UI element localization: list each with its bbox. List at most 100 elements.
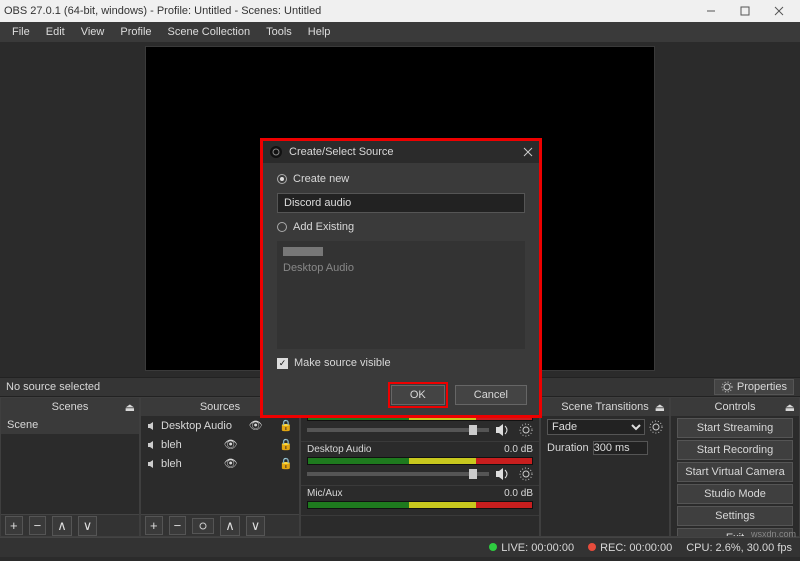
transition-settings-button[interactable] bbox=[649, 420, 663, 434]
duration-input[interactable] bbox=[593, 441, 648, 455]
transitions-header: Scene Transitions ⏏ bbox=[541, 398, 669, 416]
audio-meter bbox=[307, 457, 533, 465]
scene-item[interactable]: Scene bbox=[1, 416, 139, 434]
source-item[interactable]: bleh 👁 🔒 bbox=[141, 454, 299, 473]
dock-icon[interactable]: ⏏ bbox=[655, 401, 665, 414]
status-bar: LIVE: 00:00:00 REC: 00:00:00 CPU: 2.6%, … bbox=[0, 537, 800, 557]
duration-label: Duration bbox=[547, 442, 589, 454]
lock-toggle[interactable]: 🔒 bbox=[279, 438, 293, 451]
source-item[interactable]: bleh 👁 🔒 bbox=[141, 435, 299, 454]
speaker-icon bbox=[147, 440, 157, 450]
channel-settings-button[interactable] bbox=[519, 423, 533, 437]
start-recording-button[interactable]: Start Recording bbox=[677, 440, 793, 460]
maximize-button[interactable] bbox=[728, 0, 762, 22]
source-settings-button[interactable] bbox=[192, 518, 214, 534]
gear-icon bbox=[197, 520, 209, 532]
make-visible-checkbox[interactable]: ✓ Make source visible bbox=[277, 357, 525, 369]
menu-help[interactable]: Help bbox=[300, 24, 339, 40]
scenes-header: Scenes ⏏ bbox=[1, 398, 139, 416]
properties-button[interactable]: Properties bbox=[714, 379, 794, 395]
menu-view[interactable]: View bbox=[73, 24, 113, 40]
lock-toggle[interactable]: 🔒 bbox=[279, 419, 293, 432]
radio-selected-icon bbox=[277, 174, 287, 184]
transitions-body: Fade Duration bbox=[541, 416, 669, 536]
sources-title: Sources bbox=[200, 401, 240, 413]
menu-profile[interactable]: Profile bbox=[112, 24, 159, 40]
mixer-channel: Desktop Audio0.0 dB bbox=[301, 442, 539, 486]
source-item[interactable]: Desktop Audio 👁 🔒 bbox=[141, 416, 299, 435]
channel-settings-button[interactable] bbox=[519, 467, 533, 481]
source-name-input[interactable] bbox=[277, 193, 525, 213]
menu-tools[interactable]: Tools bbox=[258, 24, 300, 40]
channel-name: Mic/Aux bbox=[307, 488, 343, 499]
scenes-footer: + − ∧ ∨ bbox=[1, 514, 139, 536]
minimize-button[interactable] bbox=[694, 0, 728, 22]
existing-item: Desktop Audio bbox=[283, 262, 354, 274]
scene-up-button[interactable]: ∧ bbox=[52, 516, 72, 536]
make-visible-label: Make source visible bbox=[294, 357, 391, 369]
source-down-button[interactable]: ∨ bbox=[246, 516, 266, 536]
scene-transitions-panel: Scene Transitions ⏏ Fade Duration bbox=[540, 397, 670, 537]
studio-mode-button[interactable]: Studio Mode bbox=[677, 484, 793, 504]
volume-slider[interactable] bbox=[307, 472, 489, 476]
visibility-toggle[interactable]: 👁 bbox=[249, 419, 263, 432]
mute-button[interactable] bbox=[495, 423, 513, 437]
speaker-icon bbox=[147, 421, 157, 431]
close-button[interactable] bbox=[762, 0, 796, 22]
start-virtual-camera-button[interactable]: Start Virtual Camera bbox=[677, 462, 793, 482]
audio-mixer-panel: bleh0.0 dB Desktop Audio0.0 dB Mic/A bbox=[300, 397, 540, 537]
dialog-titlebar: Create/Select Source bbox=[263, 141, 539, 163]
radio-unselected-icon bbox=[277, 222, 287, 232]
create-new-radio[interactable]: Create new bbox=[277, 173, 525, 185]
ok-button[interactable]: OK bbox=[391, 385, 445, 405]
menubar: File Edit View Profile Scene Collection … bbox=[0, 22, 800, 42]
dock-icon[interactable]: ⏏ bbox=[785, 401, 795, 414]
remove-scene-button[interactable]: − bbox=[29, 516, 47, 535]
create-select-source-dialog: Create/Select Source Create new Add Exis… bbox=[260, 138, 542, 418]
gear-icon bbox=[721, 381, 733, 393]
add-scene-button[interactable]: + bbox=[5, 516, 23, 535]
watermark: wsxdn.com bbox=[751, 529, 796, 539]
menu-scene-collection[interactable]: Scene Collection bbox=[160, 24, 259, 40]
speaker-icon bbox=[147, 459, 157, 469]
controls-body: Start Streaming Start Recording Start Vi… bbox=[671, 416, 799, 536]
visibility-toggle[interactable]: 👁 bbox=[224, 457, 238, 470]
add-existing-radio[interactable]: Add Existing bbox=[277, 221, 525, 233]
scene-label: Scene bbox=[7, 419, 38, 431]
scenes-title: Scenes bbox=[52, 401, 89, 413]
context-text: No source selected bbox=[6, 381, 100, 393]
scenes-list[interactable]: Scene bbox=[1, 416, 139, 514]
mixer-body: bleh0.0 dB Desktop Audio0.0 dB Mic/A bbox=[301, 398, 539, 536]
dock-icon[interactable]: ⏏ bbox=[125, 401, 135, 414]
status-live: LIVE: 00:00:00 bbox=[489, 542, 574, 554]
dialog-close-button[interactable] bbox=[523, 147, 533, 157]
settings-button[interactable]: Settings bbox=[677, 506, 793, 526]
channel-level: 0.0 dB bbox=[504, 444, 533, 455]
status-cpu: CPU: 2.6%, 30.00 fps bbox=[686, 542, 792, 554]
remove-source-button[interactable]: − bbox=[169, 516, 187, 535]
transition-select[interactable]: Fade bbox=[547, 419, 645, 435]
channel-level: 0.0 dB bbox=[504, 488, 533, 499]
add-existing-label: Add Existing bbox=[293, 221, 354, 233]
menu-file[interactable]: File bbox=[4, 24, 38, 40]
source-label: bleh bbox=[161, 458, 182, 470]
dialog-title: Create/Select Source bbox=[289, 146, 394, 158]
scene-down-button[interactable]: ∨ bbox=[78, 516, 98, 536]
audio-meter bbox=[307, 501, 533, 509]
window-title: OBS 27.0.1 (64-bit, windows) - Profile: … bbox=[4, 5, 321, 17]
start-streaming-button[interactable]: Start Streaming bbox=[677, 418, 793, 438]
add-source-button[interactable]: + bbox=[145, 516, 163, 535]
volume-slider[interactable] bbox=[307, 428, 489, 432]
scenes-panel: Scenes ⏏ Scene + − ∧ ∨ bbox=[0, 397, 140, 537]
status-rec: REC: 00:00:00 bbox=[588, 542, 672, 554]
source-up-button[interactable]: ∧ bbox=[220, 516, 240, 536]
mute-button[interactable] bbox=[495, 467, 513, 481]
source-label: bleh bbox=[161, 439, 182, 451]
cancel-button[interactable]: Cancel bbox=[455, 385, 527, 405]
lock-toggle[interactable]: 🔒 bbox=[279, 457, 293, 470]
visibility-toggle[interactable]: 👁 bbox=[224, 438, 238, 451]
properties-label: Properties bbox=[737, 381, 787, 393]
menu-edit[interactable]: Edit bbox=[38, 24, 73, 40]
sources-list[interactable]: Desktop Audio 👁 🔒 bleh 👁 🔒 bleh 👁 🔒 bbox=[141, 416, 299, 514]
blurred-item bbox=[283, 247, 323, 256]
